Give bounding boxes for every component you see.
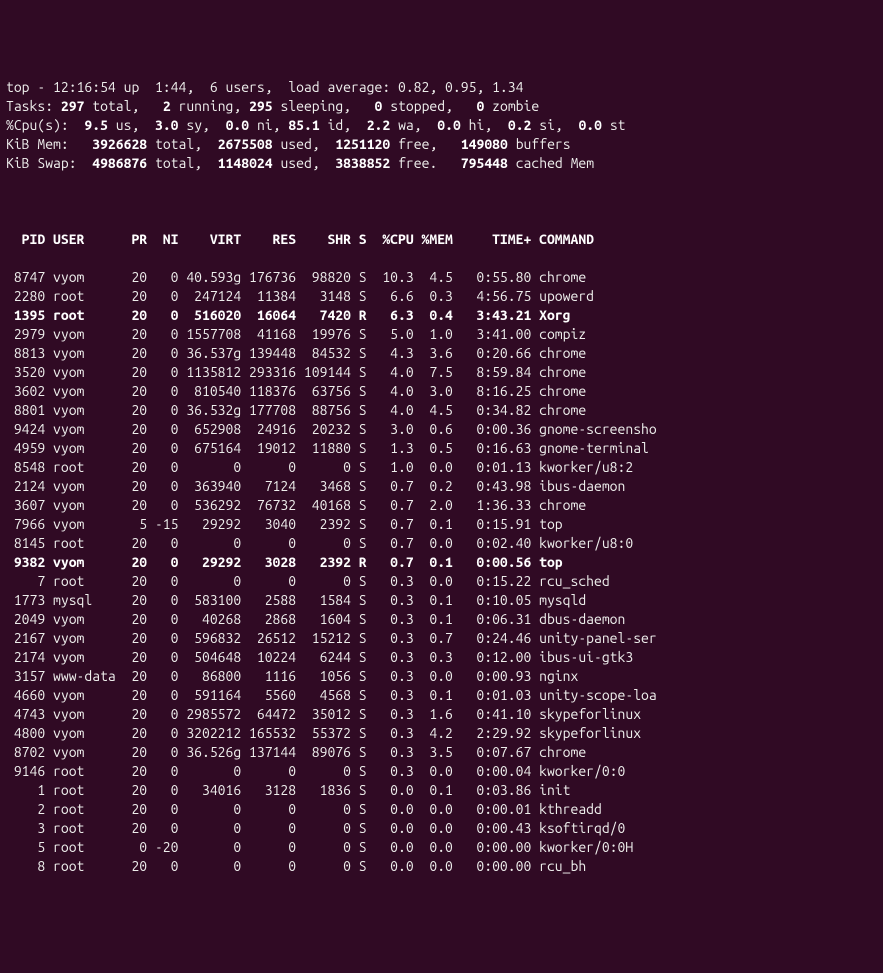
process-row: 9382 vyom 20 0 29292 3028 2392 R 0.7 0.1… (6, 553, 877, 572)
process-row: 2 root 20 0 0 0 0 S 0.0 0.0 0:00.01 kthr… (6, 800, 877, 819)
process-row: 2979 vyom 20 0 1557708 41168 19976 S 5.0… (6, 325, 877, 344)
process-list: 8747 vyom 20 0 40.593g 176736 98820 S 10… (6, 268, 877, 876)
process-row: 8801 vyom 20 0 36.532g 177708 88756 S 4.… (6, 401, 877, 420)
process-row: 7 root 20 0 0 0 0 S 0.3 0.0 0:15.22 rcu_… (6, 572, 877, 591)
process-row: 1395 root 20 0 516020 16064 7420 R 6.3 0… (6, 306, 877, 325)
top-summary: top - 12:16:54 up 1:44, 6 users, load av… (6, 78, 877, 173)
process-row: 9146 root 20 0 0 0 0 S 0.3 0.0 0:00.04 k… (6, 762, 877, 781)
column-headers: PID USER PR NI VIRT RES SHR S %CPU %MEM … (6, 230, 877, 249)
process-row: 4800 vyom 20 0 3202212 165532 55372 S 0.… (6, 724, 877, 743)
process-row: 8 root 20 0 0 0 0 S 0.0 0.0 0:00.00 rcu_… (6, 857, 877, 876)
process-row: 3 root 20 0 0 0 0 S 0.0 0.0 0:00.43 ksof… (6, 819, 877, 838)
process-row: 8747 vyom 20 0 40.593g 176736 98820 S 10… (6, 268, 877, 287)
process-row: 3157 www-data 20 0 86800 1116 1056 S 0.3… (6, 667, 877, 686)
process-row: 8548 root 20 0 0 0 0 S 1.0 0.0 0:01.13 k… (6, 458, 877, 477)
process-row: 3520 vyom 20 0 1135812 293316 109144 S 4… (6, 363, 877, 382)
process-row: 1773 mysql 20 0 583100 2588 1584 S 0.3 0… (6, 591, 877, 610)
process-row: 3607 vyom 20 0 536292 76732 40168 S 0.7 … (6, 496, 877, 515)
process-row: 1 root 20 0 34016 3128 1836 S 0.0 0.1 0:… (6, 781, 877, 800)
blank-line (6, 192, 877, 211)
process-row: 7966 vyom 5 -15 29292 3040 2392 S 0.7 0.… (6, 515, 877, 534)
process-row: 4743 vyom 20 0 2985572 64472 35012 S 0.3… (6, 705, 877, 724)
process-row: 8813 vyom 20 0 36.537g 139448 84532 S 4.… (6, 344, 877, 363)
process-row: 4959 vyom 20 0 675164 19012 11880 S 1.3 … (6, 439, 877, 458)
process-row: 4660 vyom 20 0 591164 5560 4568 S 0.3 0.… (6, 686, 877, 705)
process-row: 8145 root 20 0 0 0 0 S 0.7 0.0 0:02.40 k… (6, 534, 877, 553)
process-row: 2049 vyom 20 0 40268 2868 1604 S 0.3 0.1… (6, 610, 877, 629)
process-row: 2167 vyom 20 0 596832 26512 15212 S 0.3 … (6, 629, 877, 648)
process-row: 8702 vyom 20 0 36.526g 137144 89076 S 0.… (6, 743, 877, 762)
process-row: 5 root 0 -20 0 0 0 S 0.0 0.0 0:00.00 kwo… (6, 838, 877, 857)
process-row: 3602 vyom 20 0 810540 118376 63756 S 4.0… (6, 382, 877, 401)
process-row: 9424 vyom 20 0 652908 24916 20232 S 3.0 … (6, 420, 877, 439)
process-row: 2124 vyom 20 0 363940 7124 3468 S 0.7 0.… (6, 477, 877, 496)
process-row: 2174 vyom 20 0 504648 10224 6244 S 0.3 0… (6, 648, 877, 667)
process-row: 2280 root 20 0 247124 11384 3148 S 6.6 0… (6, 287, 877, 306)
